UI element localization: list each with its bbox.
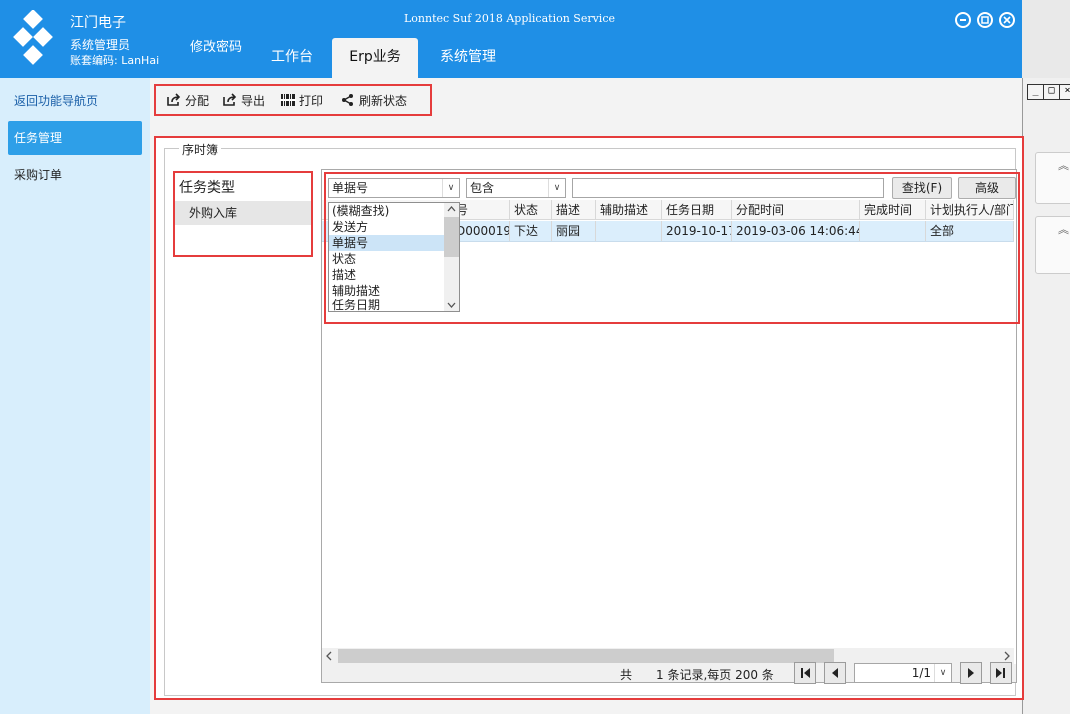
search-field-value: 单据号 [332, 181, 369, 195]
last-page-icon [996, 668, 1005, 678]
refresh-status-label: 刷新状态 [359, 94, 408, 108]
minimize-button[interactable] [955, 12, 971, 28]
chevron-down-icon[interactable]: ∨ [548, 179, 565, 197]
chevron-down-icon[interactable]: ∨ [442, 179, 459, 197]
grid-panel: 号 状态 描述 辅助描述 任务日期 分配时间 完成时间 计划执行人/部门 D00… [321, 169, 1020, 684]
first-page-button[interactable] [794, 662, 816, 684]
find-button[interactable]: 查找(F) [892, 177, 952, 199]
pager-summary: 1 条记录,每页 200 条 [656, 668, 774, 682]
search-field-select[interactable]: 单据号 ∨ [328, 178, 460, 198]
share-nodes-icon [342, 94, 353, 106]
bg-panel-2: ︽ [1035, 216, 1070, 274]
prev-page-button[interactable] [824, 662, 846, 684]
task-type-panel: 任务类型 外购入库 [173, 171, 313, 257]
dropdown-scroll-thumb[interactable] [444, 217, 459, 257]
chevron-up-icon[interactable] [444, 203, 459, 215]
advanced-button[interactable]: 高级 [958, 177, 1016, 199]
maximize-button[interactable] [977, 12, 993, 28]
print-label: 打印 [299, 94, 324, 108]
chevron-down-icon[interactable] [444, 299, 459, 311]
tab-workbench[interactable]: 工作台 [250, 38, 334, 78]
export-button[interactable]: 导出 [222, 92, 265, 110]
first-page-icon [801, 668, 810, 678]
page-select[interactable]: 1/1 ∨ [854, 663, 952, 683]
account-code: 账套编码: LanHai [70, 52, 159, 68]
bg-close-button[interactable]: × [1059, 84, 1070, 100]
search-field-dropdown: (模糊查找) 发送方 单据号 状态 描述 辅助描述 任务日期 [328, 202, 460, 312]
search-input[interactable] [572, 178, 884, 198]
dropdown-option[interactable]: 发送方 [329, 219, 445, 235]
prev-page-icon [832, 668, 838, 678]
tab-system-management[interactable]: 系统管理 [420, 38, 516, 78]
maximize-icon [981, 16, 989, 24]
share-out-icon [167, 93, 181, 106]
task-type-item[interactable]: 外购入库 [175, 201, 311, 225]
horizontal-scrollbar[interactable] [322, 648, 1014, 664]
journal-frame: 序时簿 任务类型 外购入库 号 状态 描述 辅助描述 任务日期 分配时间 完成时… [154, 136, 1024, 700]
task-type-title: 任务类型 [179, 180, 235, 196]
user-role: 系统管理员 [70, 38, 131, 52]
refresh-status-button[interactable]: 刷新状态 [340, 92, 407, 110]
bg-minimize-button[interactable]: _ [1027, 84, 1044, 100]
background-window: _ □ × ︽ ︽ [1022, 78, 1070, 714]
tab-erp[interactable]: Erp业务 [332, 38, 418, 78]
sidebar-item-task-management[interactable]: 任务管理 [8, 121, 142, 155]
next-page-icon [968, 668, 974, 678]
pager: 共 1 条记录,每页 200 条 1/1 ∨ [322, 662, 1016, 684]
chevron-up-icon[interactable]: ︽ [1058, 157, 1069, 173]
dropdown-scrollbar[interactable] [444, 203, 459, 311]
minimize-icon [960, 19, 966, 21]
search-bar: 单据号 ∨ 包含 ∨ 查找(F) 高级 (模糊查找) 发送方 单据号 状态 描述… [324, 172, 1020, 324]
sidebar-item-back-to-nav[interactable]: 返回功能导航页 [8, 84, 142, 118]
barcode-print-icon [280, 94, 296, 106]
toolbar: 分配 导出 打印 刷新状态 [154, 84, 432, 116]
journal-group: 序时簿 任务类型 外购入库 号 状态 描述 辅助描述 任务日期 分配时间 完成时… [164, 141, 1020, 696]
dropdown-option[interactable]: 辅助描述 [329, 283, 445, 299]
company-name: 江门电子 [70, 15, 126, 31]
bg-maximize-button[interactable]: □ [1043, 84, 1060, 100]
print-button[interactable]: 打印 [280, 92, 323, 110]
app-header: 江门电子 系统管理员 账套编码: LanHai 修改密码 Lonntec Suf… [0, 0, 1022, 78]
dropdown-option[interactable]: 任务日期 [329, 299, 445, 311]
account-value: LanHai [121, 54, 160, 67]
dropdown-option[interactable]: (模糊查找) [329, 203, 445, 219]
last-page-button[interactable] [990, 662, 1012, 684]
search-operator-select[interactable]: 包含 ∨ [466, 178, 566, 198]
main-content: 分配 导出 打印 刷新状态 序时簿 任务类型 外购入库 号 状态 描述 辅助描述… [150, 78, 1024, 714]
company-logo-icon [13, 10, 53, 65]
close-button[interactable] [999, 12, 1015, 28]
export-icon [223, 93, 237, 106]
next-page-button[interactable] [960, 662, 982, 684]
group-title: 序时簿 [179, 141, 222, 158]
sidebar: 返回功能导航页 任务管理 采购订单 [0, 78, 150, 714]
page-value: 1/1 [911, 666, 931, 680]
horizontal-scroll-thumb[interactable] [338, 649, 834, 663]
search-operator-value: 包含 [470, 181, 495, 195]
account-label: 账套编码: [70, 54, 118, 67]
pager-total-prefix: 共 [620, 668, 633, 682]
assign-button[interactable]: 分配 [166, 92, 209, 110]
dropdown-option-selected[interactable]: 单据号 [329, 235, 445, 251]
bg-panel-1: ︽ [1035, 152, 1070, 204]
window-title: Lonntec Suf 2018 Application Service [404, 12, 615, 25]
close-icon [1003, 16, 1011, 24]
chevron-left-icon[interactable] [322, 648, 336, 664]
export-label: 导出 [241, 94, 266, 108]
chevron-up-icon[interactable]: ︽ [1058, 221, 1069, 237]
dropdown-option[interactable]: 描述 [329, 267, 445, 283]
chevron-down-icon[interactable]: ∨ [934, 664, 951, 682]
sidebar-item-purchase-order[interactable]: 采购订单 [8, 158, 142, 192]
change-password-link[interactable]: 修改密码 [190, 36, 242, 55]
assign-label: 分配 [185, 94, 210, 108]
dropdown-option[interactable]: 状态 [329, 251, 445, 267]
